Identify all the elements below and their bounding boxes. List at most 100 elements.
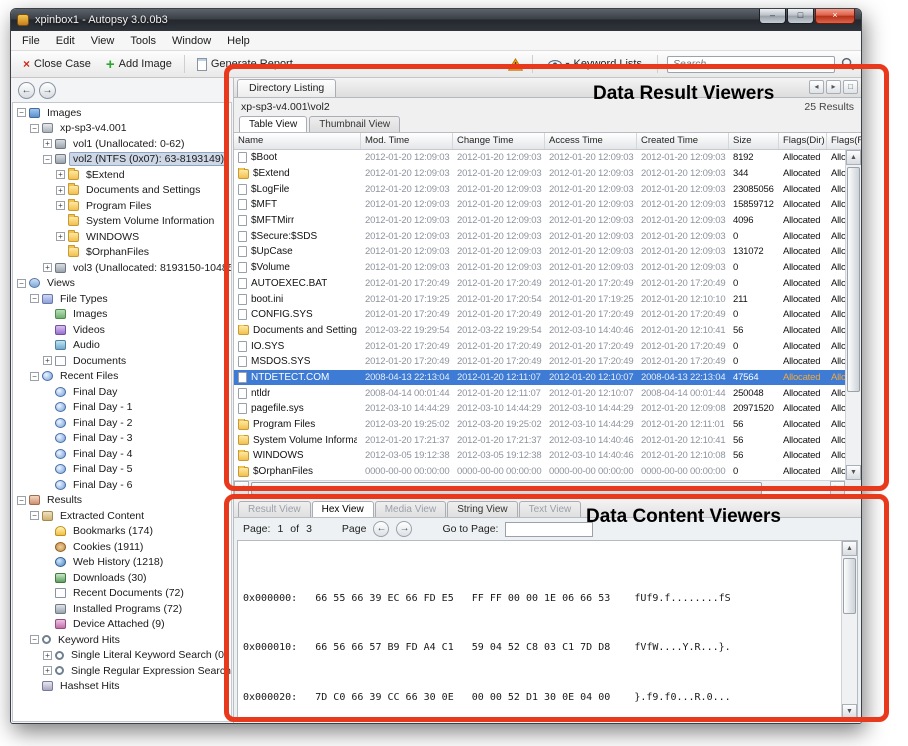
- tree-expander-icon[interactable]: [43, 480, 52, 489]
- tree-item[interactable]: Final Day - 3: [13, 431, 231, 447]
- tree-expander-icon[interactable]: [30, 124, 39, 133]
- tree-item[interactable]: Hashset Hits: [13, 679, 231, 695]
- table-row[interactable]: $MFT 2012-01-20 12:09:03 2012-01-20 12:0…: [234, 197, 861, 213]
- content-viewer-tab[interactable]: String View: [447, 501, 517, 517]
- tree-expander-icon[interactable]: [43, 573, 52, 582]
- menu-item[interactable]: Tools: [122, 33, 164, 49]
- tree-item[interactable]: vol3 (Unallocated: 8193150-10485215): [13, 260, 231, 276]
- close-button[interactable]: ×: [815, 9, 855, 24]
- tree-item[interactable]: Final Day - 6: [13, 477, 231, 493]
- content-viewer-tab[interactable]: Text View: [519, 501, 582, 517]
- tree-expander-icon[interactable]: [43, 542, 52, 551]
- tree-expander-icon[interactable]: [17, 279, 26, 288]
- column-header[interactable]: Mod. Time: [361, 133, 453, 149]
- tree-expander-icon[interactable]: [43, 527, 52, 536]
- content-viewer-tab[interactable]: Media View: [375, 501, 447, 517]
- table-row[interactable]: pagefile.sys 2012-03-10 14:44:29 2012-03…: [234, 401, 861, 417]
- directory-listing-tab[interactable]: Directory Listing: [237, 79, 336, 97]
- tree-item[interactable]: vol2 (NTFS (0x07): 63-8193149): [13, 152, 231, 168]
- close-case-button[interactable]: × Close Case: [17, 55, 97, 73]
- tree-item[interactable]: Final Day: [13, 384, 231, 400]
- scroll-tabs-right-button[interactable]: ▸: [826, 80, 841, 94]
- tree-item[interactable]: xp-sp3-v4.001: [13, 121, 231, 137]
- column-header[interactable]: Flags(File): [827, 133, 861, 149]
- add-image-button[interactable]: + Add Image: [100, 55, 178, 73]
- tree-expander-icon[interactable]: [43, 651, 52, 660]
- table-row[interactable]: MSDOS.SYS 2012-01-20 17:20:49 2012-01-20…: [234, 354, 861, 370]
- column-header[interactable]: Change Time: [453, 133, 545, 149]
- maximize-button[interactable]: □: [787, 9, 814, 24]
- table-row[interactable]: Program Files 2012-03-20 19:25:02 2012-0…: [234, 417, 861, 433]
- tree-item[interactable]: Images: [13, 307, 231, 323]
- tree-item[interactable]: Single Regular Expression Search (0): [13, 663, 231, 679]
- content-viewer-tab[interactable]: Hex View: [312, 501, 374, 517]
- tree-item[interactable]: Recent Files: [13, 369, 231, 385]
- tree-item[interactable]: Device Attached (9): [13, 617, 231, 633]
- tree-expander-icon[interactable]: [43, 589, 52, 598]
- tree-item[interactable]: WINDOWS: [13, 229, 231, 245]
- tree-expander-icon[interactable]: [17, 108, 26, 117]
- scroll-right-icon[interactable]: ▶: [830, 481, 845, 496]
- tree-item[interactable]: Installed Programs (72): [13, 601, 231, 617]
- menu-item[interactable]: File: [14, 33, 48, 49]
- search-input[interactable]: [667, 56, 835, 73]
- content-viewer-tab[interactable]: Result View: [238, 501, 311, 517]
- scrollbar-thumb[interactable]: [847, 167, 860, 392]
- tree-expander-icon[interactable]: [43, 310, 52, 319]
- table-row[interactable]: IO.SYS 2012-01-20 17:20:49 2012-01-20 17…: [234, 338, 861, 354]
- tree-expander-icon[interactable]: [43, 418, 52, 427]
- tree-expander-icon[interactable]: [17, 496, 26, 505]
- scrollbar-thumb[interactable]: [251, 482, 762, 495]
- tree-item[interactable]: Downloads (30): [13, 570, 231, 586]
- scroll-tabs-left-button[interactable]: ◂: [809, 80, 824, 94]
- column-header[interactable]: Size: [729, 133, 779, 149]
- scroll-down-icon[interactable]: ▼: [846, 465, 861, 480]
- tree-expander-icon[interactable]: [43, 387, 52, 396]
- scroll-up-icon[interactable]: ▲: [846, 150, 861, 165]
- scrollbar-thumb[interactable]: [843, 558, 856, 614]
- warning-triangle-icon[interactable]: [508, 58, 523, 71]
- tree-item[interactable]: Audio: [13, 338, 231, 354]
- scroll-down-icon[interactable]: ▼: [842, 704, 857, 719]
- tree-expander-icon[interactable]: [30, 294, 39, 303]
- magnifier-icon[interactable]: [841, 57, 855, 71]
- tree-item[interactable]: Extracted Content: [13, 508, 231, 524]
- tree-expander-icon[interactable]: [43, 325, 52, 334]
- menu-item[interactable]: Help: [219, 33, 258, 49]
- tree-item[interactable]: Documents and Settings: [13, 183, 231, 199]
- tree-item[interactable]: Cookies (1911): [13, 539, 231, 555]
- previous-page-button[interactable]: ←: [373, 521, 389, 537]
- tree-item[interactable]: Final Day - 4: [13, 446, 231, 462]
- table-row[interactable]: System Volume Information 2012-01-20 17:…: [234, 432, 861, 448]
- next-page-button[interactable]: →: [396, 521, 412, 537]
- tree-item[interactable]: Documents: [13, 353, 231, 369]
- tree-expander-icon[interactable]: [43, 604, 52, 613]
- tree-item[interactable]: Keyword Hits: [13, 632, 231, 648]
- tree-item[interactable]: Final Day - 5: [13, 462, 231, 478]
- tree-expander-icon[interactable]: [30, 635, 39, 644]
- goto-page-input[interactable]: [505, 522, 593, 537]
- tree-expander-icon[interactable]: [43, 155, 52, 164]
- tree-item[interactable]: Videos: [13, 322, 231, 338]
- table-row[interactable]: $OrphanFiles 0000-00-00 00:00:00 0000-00…: [234, 464, 861, 480]
- tree-item[interactable]: Images: [13, 105, 231, 121]
- tree-item[interactable]: Bookmarks (174): [13, 524, 231, 540]
- table-row[interactable]: Documents and Settings 2012-03-22 19:29:…: [234, 323, 861, 339]
- tree-expander-icon[interactable]: [43, 465, 52, 474]
- tree-expander-icon[interactable]: [43, 666, 52, 675]
- table-row[interactable]: $Extend 2012-01-20 12:09:03 2012-01-20 1…: [234, 166, 861, 182]
- tree-item[interactable]: Views: [13, 276, 231, 292]
- tree-expander-icon[interactable]: [43, 263, 52, 272]
- tree-item[interactable]: Single Literal Keyword Search (0): [13, 648, 231, 664]
- hex-vertical-scrollbar[interactable]: ▲ ▼: [841, 541, 857, 719]
- table-view-tab[interactable]: Table View: [239, 116, 307, 132]
- tree-expander-icon[interactable]: [56, 186, 65, 195]
- table-row[interactable]: $LogFile 2012-01-20 12:09:03 2012-01-20 …: [234, 181, 861, 197]
- table-row[interactable]: WINDOWS 2012-03-05 19:12:38 2012-03-05 1…: [234, 448, 861, 464]
- tree-expander-icon[interactable]: [43, 558, 52, 567]
- table-row[interactable]: CONFIG.SYS 2012-01-20 17:20:49 2012-01-2…: [234, 307, 861, 323]
- tree-expander-icon[interactable]: [43, 403, 52, 412]
- tree-item[interactable]: vol1 (Unallocated: 0-62): [13, 136, 231, 152]
- table-row[interactable]: AUTOEXEC.BAT 2012-01-20 17:20:49 2012-01…: [234, 276, 861, 292]
- tree-item[interactable]: $OrphanFiles: [13, 245, 231, 261]
